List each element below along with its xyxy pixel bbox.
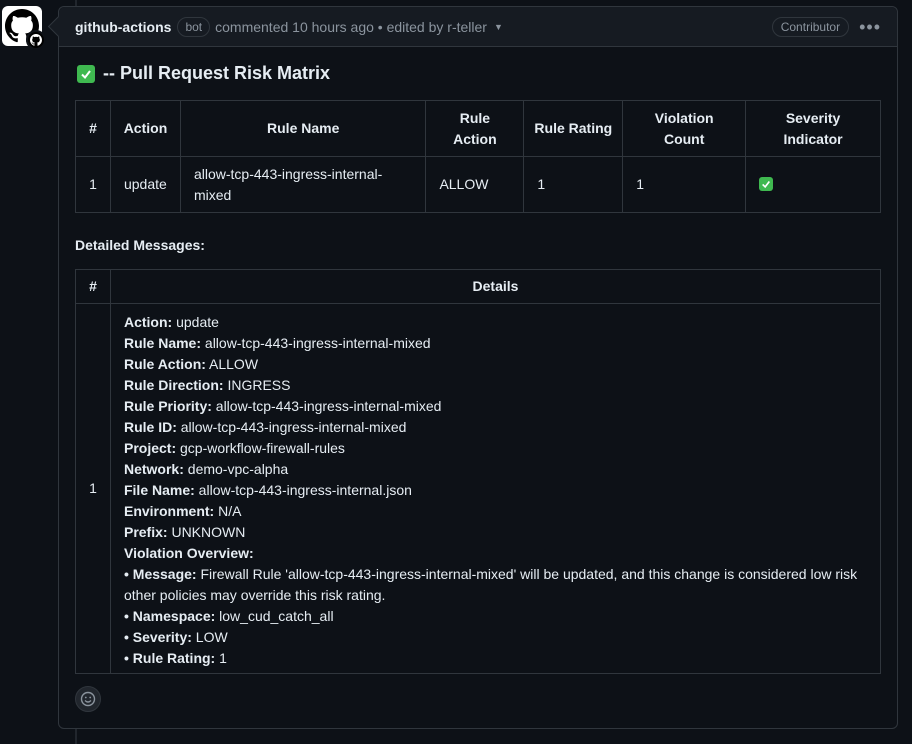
column-header: Action [109, 100, 181, 157]
detail-label: Action: [123, 314, 173, 330]
comment-title: -- Pull Request Risk Matrix [77, 63, 881, 84]
detail-line: Action: update [124, 312, 867, 333]
detail-label: Rule Action: [123, 356, 206, 372]
detail-value: LOW [191, 629, 228, 645]
detail-line: Rule ID: allow-tcp-443-ingress-internal-… [124, 417, 867, 438]
details-table: # Details 1 Action: update Rule Name: all… [75, 269, 882, 674]
detailed-messages-label: Detailed Messages: [75, 237, 205, 253]
comment-body: -- Pull Request Risk Matrix # Action Rul… [59, 47, 897, 674]
more-options-button[interactable]: ••• [859, 18, 881, 36]
detail-value: other policies may override this risk ra… [123, 587, 386, 603]
detail-line: Environment: N/A [124, 501, 867, 522]
detail-label: Rule Name: [123, 335, 202, 351]
row-number: 1 [75, 303, 111, 674]
row-violation-count: 1 [622, 156, 747, 213]
detail-value: update [172, 314, 219, 330]
detail-line: • Message: Firewall Rule 'allow-tcp-443-… [124, 564, 867, 585]
detail-line: Prefix: UNKNOWN [124, 522, 867, 543]
detail-label: • Message: [123, 566, 197, 582]
bot-badge: bot [177, 16, 211, 37]
detail-line: Project: gcp-workflow-firewall-rules [124, 438, 867, 459]
column-header: # [75, 269, 111, 304]
detail-line: • Namespace: low_cud_catch_all [124, 606, 867, 627]
caret-down-icon[interactable]: ▼ [494, 22, 503, 32]
detail-label: Prefix: [123, 524, 168, 540]
detail-line: • Severity: LOW [124, 627, 867, 648]
detail-value: N/A [214, 503, 242, 519]
column-header: Rule Name [179, 100, 427, 157]
row-severity [745, 156, 881, 213]
detail-line: Network: demo-vpc-alpha [124, 459, 867, 480]
add-reaction-button[interactable] [75, 686, 101, 712]
check-icon [77, 64, 95, 83]
detail-value: Firewall Rule 'allow-tcp-443-ingress-int… [196, 566, 858, 582]
detail-line: Rule Priority: allow-tcp-443-ingress-int… [124, 396, 867, 417]
row-rule-name: allow-tcp-443-ingress-internal-mixed [179, 156, 427, 213]
column-header: Rule Rating [523, 100, 624, 157]
detail-value: UNKNOWN [167, 524, 246, 540]
detail-label: Environment: [123, 503, 215, 519]
column-header: # [75, 100, 111, 157]
row-rule-action: ALLOW [425, 156, 525, 213]
detail-line: File Name: allow-tcp-443-ingress-interna… [124, 480, 867, 501]
detail-label: Rule ID: [123, 419, 177, 435]
detail-line: • Rule Rating: 1 [124, 648, 867, 669]
detail-label: Rule Direction: [123, 377, 224, 393]
check-icon [759, 177, 774, 191]
detail-label: Network: [123, 461, 184, 477]
detail-line: Violation Overview: [124, 543, 867, 564]
comment-box: github-actions bot commented 10 hours ag… [58, 6, 898, 729]
table-header-row: # Details [75, 269, 882, 304]
comment-header: github-actions bot commented 10 hours ag… [59, 7, 897, 47]
table-row: 1 update allow-tcp-443-ingress-internal-… [75, 156, 881, 213]
detail-value: demo-vpc-alpha [183, 461, 289, 477]
detail-line: Rule Name: allow-tcp-443-ingress-interna… [124, 333, 867, 354]
detail-label: Rule Priority: [123, 398, 212, 414]
detail-value: allow-tcp-443-ingress-internal-mixed [176, 419, 407, 435]
detail-line: Rule Action: ALLOW [124, 354, 867, 375]
detail-label: Violation Overview: [123, 545, 254, 561]
title-text: -- Pull Request Risk Matrix [103, 63, 331, 83]
author-link[interactable]: github-actions [75, 19, 171, 35]
github-badge-icon [26, 30, 46, 50]
details-cell: Action: update Rule Name: allow-tcp-443-i… [109, 303, 882, 674]
column-header: Details [109, 269, 882, 304]
detail-line: Rule Direction: INGRESS [124, 375, 867, 396]
column-header: Severity Indicator [745, 100, 881, 157]
detail-value: allow-tcp-443-ingress-internal-mixed [201, 335, 431, 351]
table-row: 1 Action: update Rule Name: allow-tcp-443… [75, 303, 882, 674]
detail-label: • Severity: [123, 629, 192, 645]
comment-meta[interactable]: commented 10 hours ago • edited by r-tel… [215, 19, 487, 35]
row-number: 1 [75, 156, 111, 213]
detail-value: allow-tcp-443-ingress-internal-mixed [211, 398, 442, 414]
row-rule-rating: 1 [523, 156, 624, 213]
detail-value: allow-tcp-443-ingress-internal.json [194, 482, 412, 498]
risk-matrix-table: # Action Rule Name Rule Action Rule Rati… [75, 100, 881, 213]
detail-line: other policies may override this risk ra… [124, 585, 867, 606]
detail-value: low_cud_catch_all [215, 608, 334, 624]
detail-value: gcp-workflow-firewall-rules [176, 440, 345, 456]
detail-label: • Rule Rating: [123, 650, 216, 666]
detail-label: Project: [123, 440, 177, 456]
avatar[interactable] [2, 6, 46, 50]
smiley-icon [80, 691, 96, 707]
detail-label: File Name: [123, 482, 195, 498]
contributor-badge: Contributor [771, 16, 850, 37]
column-header: Violation Count [622, 100, 747, 157]
detail-label: • Namespace: [123, 608, 216, 624]
row-action: update [109, 156, 181, 213]
detail-value: ALLOW [205, 356, 259, 372]
detail-value: INGRESS [223, 377, 291, 393]
column-header: Rule Action [425, 100, 525, 157]
detail-value: 1 [215, 650, 227, 666]
table-header-row: # Action Rule Name Rule Action Rule Rati… [75, 100, 881, 157]
